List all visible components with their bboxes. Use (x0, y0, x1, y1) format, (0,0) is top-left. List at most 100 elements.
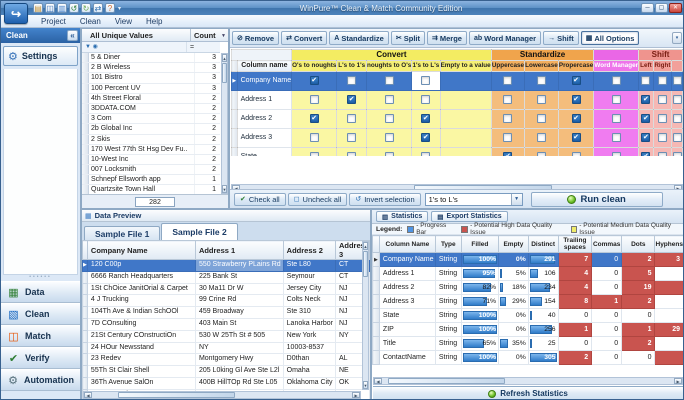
clean-grid-row[interactable]: Address 3 ✔ ✔ ✔ (231, 127, 683, 148)
clean-grid-row[interactable]: ▶ Company Name ✔ ✔ (231, 70, 683, 91)
checkbox-uppercase[interactable] (503, 75, 513, 85)
stats-row[interactable]: ContactName String 100% 0% 305 2 0 0 (372, 350, 683, 365)
table-row[interactable]: 21St Century COnstructiOn 530 W 25Th St #… (82, 329, 371, 343)
scroll-thumb[interactable] (387, 378, 505, 384)
stats-col-filled[interactable]: Filled (460, 235, 500, 253)
checkbox-1-s-to-l-s[interactable] (421, 75, 431, 85)
clean-grid-row[interactable]: State ✔ ✔ (231, 146, 683, 156)
col-header-item[interactable] (671, 60, 683, 72)
checkbox-item[interactable] (672, 132, 682, 142)
stats-row[interactable]: Address 2 String 82% 18% 234 4 0 19 (372, 280, 683, 295)
preview-col-address-2[interactable]: Address 2 (282, 240, 336, 260)
stats-row[interactable]: Title String 65% 35% 25 0 0 2 (372, 336, 683, 351)
maximize-button[interactable]: ▢ (655, 3, 668, 13)
checkbox-lowercase[interactable] (536, 75, 546, 85)
checkbox-l-s-to-1-s[interactable]: ✔ (347, 94, 357, 104)
checkbox-l-s-to-1-s[interactable] (347, 75, 357, 85)
preview-hscrollbar[interactable]: ◀ ▶ (83, 391, 361, 399)
stats-col-hyphens[interactable]: Hyphens (654, 235, 683, 253)
checkbox-noughts-to-o-s[interactable] (384, 113, 394, 123)
scroll-down-icon[interactable]: ▼ (222, 185, 227, 193)
check-all-button[interactable]: ✔ Check all (234, 192, 286, 206)
col-header-uppercase[interactable]: Uppercase (490, 60, 526, 72)
scroll-left-icon[interactable]: ◀ (84, 392, 92, 398)
checkbox-o-s-to-noughts[interactable] (309, 94, 319, 104)
checkbox-lowercase[interactable] (536, 132, 546, 142)
save-icon[interactable]: ◫ (45, 3, 55, 13)
scroll-track[interactable] (222, 62, 227, 185)
checkbox-1-s-to-l-s[interactable]: ✔ (421, 113, 431, 123)
checkbox-1-s-to-l-s[interactable]: ✔ (421, 132, 431, 142)
sidebar-item-settings[interactable]: ⚙ Settings (3, 46, 78, 66)
checkbox-propercase[interactable]: ✔ (571, 75, 581, 85)
stats-row[interactable]: ▶ Company Name String 100% 0% 291 7 0 2 3 (372, 252, 683, 267)
list-item[interactable]: 101 Bistro 3 (82, 73, 220, 84)
checkbox-l-s-to-1-s[interactable] (347, 151, 357, 156)
col-header-left[interactable]: Left (638, 60, 654, 72)
checkbox-o-s-to-noughts[interactable]: ✔ (309, 113, 319, 123)
redo-icon[interactable]: ↻ (81, 3, 91, 13)
scroll-thumb[interactable] (222, 63, 227, 83)
list-item[interactable]: 2 Skis 2 (82, 134, 220, 145)
sidebar-item-clean[interactable]: ▧ Clean (1, 303, 80, 325)
uncheck-all-button[interactable]: ◻ Uncheck all (287, 192, 348, 206)
stats-col-empty[interactable]: Empty (498, 235, 529, 253)
scroll-left-icon[interactable]: ◀ (374, 378, 382, 384)
list-item[interactable]: 100 Percent UV 3 (82, 83, 220, 94)
menu-clean[interactable]: Clean (74, 17, 107, 26)
unique-values-column-header[interactable]: All Unique Values (82, 29, 191, 41)
preview-vscrollbar[interactable]: ▲ ▼ (362, 241, 369, 390)
checkbox-right[interactable] (657, 132, 667, 142)
sync-icon[interactable]: ⇄ (93, 3, 103, 13)
word-manager-button[interactable]: ab Word Manager (468, 31, 542, 45)
stats-col-distinct[interactable]: Distinct (527, 235, 559, 253)
checkbox-l-s-to-1-s[interactable] (347, 132, 357, 142)
col-header-right[interactable]: Right (652, 60, 673, 72)
stats-row[interactable]: Address 1 String 95% 5% 106 4 0 5 (372, 266, 683, 281)
shift-button[interactable]: → Shift (543, 31, 579, 45)
list-item[interactable]: 10-West Inc 2 (82, 154, 220, 166)
list-item[interactable]: 2 B Wireless 3 (82, 63, 220, 74)
checkbox-lowercase[interactable] (536, 113, 546, 123)
menu-help[interactable]: Help (140, 17, 168, 26)
checkbox-lowercase[interactable] (536, 151, 546, 156)
checkbox-noughts-to-o-s[interactable] (384, 132, 394, 142)
checkbox-propercase[interactable]: ✔ (571, 94, 581, 104)
scroll-down-icon[interactable]: ▼ (363, 381, 368, 389)
list-item[interactable]: 3 Com 2 (82, 114, 220, 125)
checkbox-uppercase[interactable] (503, 132, 513, 142)
col-header-noughts-to-o-s[interactable]: noughts to O's (366, 60, 413, 72)
checkbox-propercase[interactable] (571, 151, 581, 156)
checkbox-item[interactable] (672, 151, 682, 156)
app-logo-icon[interactable]: ↪ (4, 3, 28, 24)
checkbox-left[interactable]: ✔ (641, 132, 651, 142)
count-column-header[interactable]: Count ▼ (191, 29, 228, 41)
preview-col-address-1[interactable]: Address 1 (194, 240, 284, 260)
scroll-right-icon[interactable]: ▶ (352, 392, 360, 398)
standardize-button[interactable]: A Standardize (329, 31, 389, 45)
checkbox-noughts-to-o-s[interactable] (384, 75, 394, 85)
checkbox-word-manager[interactable] (611, 75, 621, 85)
checkbox-item[interactable] (672, 75, 682, 85)
stats-col-trailing-spaces[interactable]: Trailing spaces (557, 235, 593, 253)
table-row[interactable]: 7D COnsulting 403 Main St Lanoka Harbor NJ (82, 317, 371, 331)
tab-sample-file-2[interactable]: Sample File 2 (161, 223, 238, 240)
checkbox-item[interactable] (672, 113, 682, 123)
stats-col-commas[interactable]: Commas (591, 235, 623, 253)
list-item[interactable]: 4th Street Floral 2 (82, 93, 220, 104)
scroll-track[interactable] (363, 250, 368, 381)
checkbox-left[interactable] (641, 75, 651, 85)
sidebar-item-data[interactable]: ▦ Data (1, 281, 80, 303)
checkbox-right[interactable] (657, 113, 667, 123)
table-row[interactable]: 23 Redev Montgomery Hwy D0than AL (82, 353, 371, 367)
checkbox-word-manager[interactable] (611, 94, 621, 104)
clean-grid-row[interactable]: Address 2 ✔ ✔ ✔ ✔ (231, 108, 683, 129)
scroll-thumb[interactable] (363, 251, 368, 277)
menu-view[interactable]: View (109, 17, 138, 26)
filter-operator[interactable]: = (186, 42, 220, 52)
scroll-thumb[interactable] (118, 392, 235, 398)
stats-col-dots[interactable]: Dots (621, 235, 656, 253)
stats-row[interactable]: ZIP String 100% 0% 256 1 0 1 29 (372, 322, 683, 337)
scroll-track[interactable] (92, 392, 352, 398)
collapse-panel-button[interactable]: « (67, 30, 78, 41)
